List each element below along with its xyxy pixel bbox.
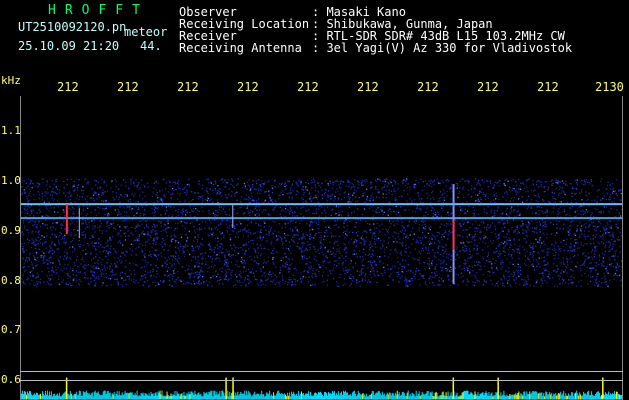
y-tick-0.6: 0.6 [1,373,21,386]
signal-level-bars [21,390,622,400]
file-name: UT2510092120.pn [18,20,127,34]
meteor-head-main [452,220,455,250]
y-unit-label: kHz [1,74,21,87]
x-tick-9: 212 [537,80,559,94]
x-tick-6: 212 [357,80,379,94]
y-tick-1.1: 1.1 [1,124,21,137]
antenna-value: : 3el Yagi(V) Az 330 for Vladivostok [312,41,573,55]
x-tick-5: 212 [297,80,319,94]
y-tick-1.0: 1.0 [1,174,21,187]
date-time: 25.10.09 21:20 [18,39,120,53]
mode-label: meteor [124,25,168,39]
x-tick-10: 2130 [595,80,624,94]
x-tick-7: 212 [417,80,439,94]
noise-field [21,178,622,288]
divider-line-upper [20,371,623,372]
y-tick-0.9: 0.9 [1,224,21,237]
meteor-head-left [65,204,68,235]
app-brand: HROFFT [48,3,149,18]
x-tick-3: 212 [177,80,199,94]
spectrogram-plot [20,96,623,400]
echo-band-upper [21,203,622,206]
echo-band-lower [21,217,622,220]
detection-count: 44. [140,39,162,53]
x-tick-2: 212 [117,80,139,94]
meteor-streak-left [78,208,80,239]
x-tick-4: 212 [237,80,259,94]
divider-line-lower [20,380,623,381]
x-tick-8: 212 [477,80,499,94]
x-tick-1: 212 [57,80,79,94]
y-tick-0.7: 0.7 [1,323,21,336]
y-tick-0.8: 0.8 [1,274,21,287]
antenna-label: Receiving Antenna [179,41,302,55]
meteor-streak-mid [232,204,234,229]
